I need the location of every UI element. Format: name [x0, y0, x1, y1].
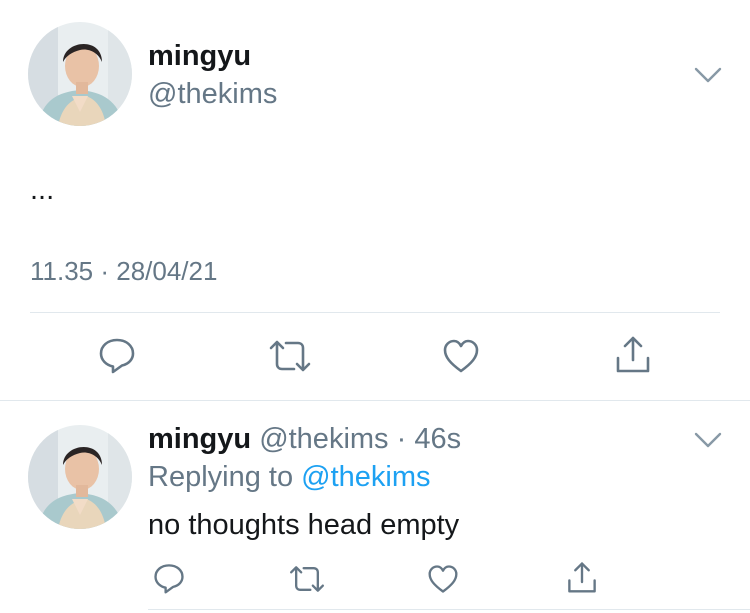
avatar[interactable]	[28, 22, 132, 126]
replying-to: Replying to @thekims	[148, 461, 431, 494]
share-icon[interactable]	[614, 334, 652, 374]
user-handle[interactable]: @thekims	[148, 78, 277, 111]
avatar[interactable]	[28, 425, 132, 529]
tweet-text: ...	[30, 174, 55, 206]
tweet-age[interactable]: 46s	[414, 423, 461, 455]
chevron-down-icon[interactable]	[694, 66, 722, 84]
heart-icon[interactable]	[442, 338, 480, 374]
retweet-icon[interactable]	[268, 338, 312, 374]
divider	[30, 312, 720, 313]
display-name[interactable]: mingyu	[148, 423, 251, 455]
retweet-icon[interactable]	[288, 564, 326, 594]
heart-icon[interactable]	[427, 564, 459, 594]
reply-icon[interactable]	[153, 562, 185, 594]
main-tweet: mingyu @thekims ... 11.35 · 28/04/21	[0, 0, 750, 400]
reply-tweet[interactable]: mingyu @thekims · 46s Replying to @theki…	[0, 401, 750, 613]
user-handle[interactable]: @thekims	[259, 423, 388, 455]
reply-header: mingyu @thekims · 46s	[148, 423, 461, 456]
meta-separator: ·	[388, 423, 415, 455]
reply-text: no thoughts head empty	[148, 509, 460, 541]
replying-to-label: Replying to	[148, 461, 302, 493]
chevron-down-icon[interactable]	[694, 431, 722, 449]
reply-icon[interactable]	[98, 336, 136, 374]
tweet-timestamp[interactable]: 11.35 · 28/04/21	[30, 256, 217, 287]
divider	[148, 609, 750, 610]
replying-to-handle[interactable]: @thekims	[301, 461, 430, 493]
display-name[interactable]: mingyu	[148, 40, 251, 73]
share-icon[interactable]	[566, 560, 598, 594]
